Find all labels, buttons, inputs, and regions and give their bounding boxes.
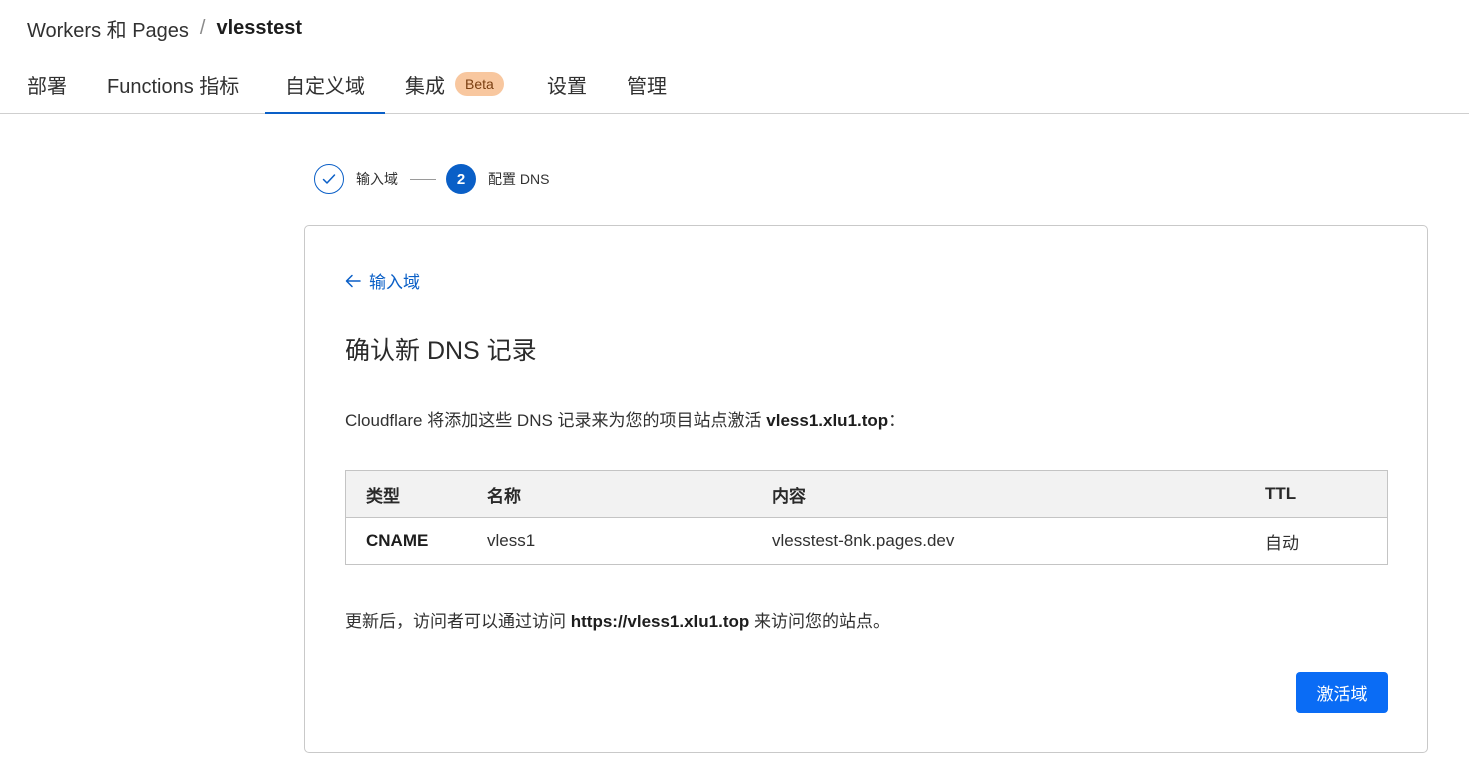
cell-type: CNAME [366, 531, 429, 550]
cell-name: vless1 [487, 531, 536, 550]
tab-manage[interactable]: 管理 [627, 58, 667, 113]
back-link[interactable]: 输入域 [345, 268, 420, 293]
beta-badge: Beta [455, 72, 504, 96]
tab-functions-metrics[interactable]: Functions 指标 [107, 58, 239, 113]
step-connector [410, 178, 436, 180]
note-url: https://vless1.xlu1.top [570, 612, 750, 631]
tab-deployments[interactable]: 部署 [27, 58, 67, 113]
step-1-label: 输入域 [356, 171, 398, 187]
table-header-row: 类型 名称 内容 TTL [345, 470, 1388, 518]
breadcrumb: Workers 和 Pages / vlesstest [27, 14, 302, 42]
header-content: 内容 [772, 470, 1265, 518]
note-suffix: 来访问您的站点。 [749, 612, 891, 631]
update-note: 更新后，访问者可以通过访问 https://vless1.xlu1.top 来访… [345, 607, 890, 632]
tab-settings[interactable]: 设置 [547, 58, 587, 113]
activate-domain-button[interactable]: 激活域 [1296, 672, 1388, 713]
card-title: 确认新 DNS 记录 [345, 337, 537, 365]
card-description: Cloudflare 将添加这些 DNS 记录来为您的项目站点激活 vless1… [345, 406, 905, 431]
tab-label: 集成 [405, 76, 445, 98]
step-2-indicator: 2 [446, 164, 476, 194]
dns-confirm-card: 输入域 确认新 DNS 记录 Cloudflare 将添加这些 DNS 记录来为… [304, 225, 1428, 753]
step-2-label: 配置 DNS [488, 171, 550, 187]
dns-records-table: 类型 名称 内容 TTL CNAME vless1 vlesstest-8nk.… [345, 470, 1388, 565]
header-type: 类型 [345, 470, 487, 518]
tab-bar: 部署 Functions 指标 自定义域 集成 Beta 设置 管理 [0, 58, 1469, 114]
stepper: 输入域 2 配置 DNS [314, 163, 549, 195]
breadcrumb-parent[interactable]: Workers 和 Pages [27, 14, 189, 43]
header-ttl: TTL [1265, 470, 1388, 518]
tab-integrations[interactable]: 集成 Beta [405, 58, 504, 113]
tab-label: 管理 [627, 76, 667, 98]
tab-label: 部署 [27, 76, 67, 98]
table-row: CNAME vless1 vlesstest-8nk.pages.dev 自动 [346, 518, 1388, 565]
description-suffix: ： [888, 411, 906, 430]
breadcrumb-separator: / [199, 16, 206, 39]
note-text: 更新后，访问者可以通过访问 [345, 612, 571, 631]
tab-label: 自定义域 [285, 76, 365, 98]
arrow-left-icon [345, 274, 361, 288]
check-icon [322, 174, 336, 184]
breadcrumb-current: vlesstest [216, 16, 303, 39]
back-link-label: 输入域 [369, 273, 420, 292]
description-text: Cloudflare 将添加这些 DNS 记录来为您的项目站点激活 [345, 411, 767, 430]
header-name: 名称 [487, 470, 772, 518]
tab-label: 设置 [547, 76, 587, 98]
tab-custom-domains[interactable]: 自定义域 [265, 58, 385, 114]
step-1-indicator [314, 164, 344, 194]
cell-content: vlesstest-8nk.pages.dev [772, 531, 955, 550]
description-domain: vless1.xlu1.top [766, 411, 889, 430]
cell-ttl: 自动 [1265, 533, 1299, 553]
tab-label: Functions 指标 [107, 76, 240, 98]
